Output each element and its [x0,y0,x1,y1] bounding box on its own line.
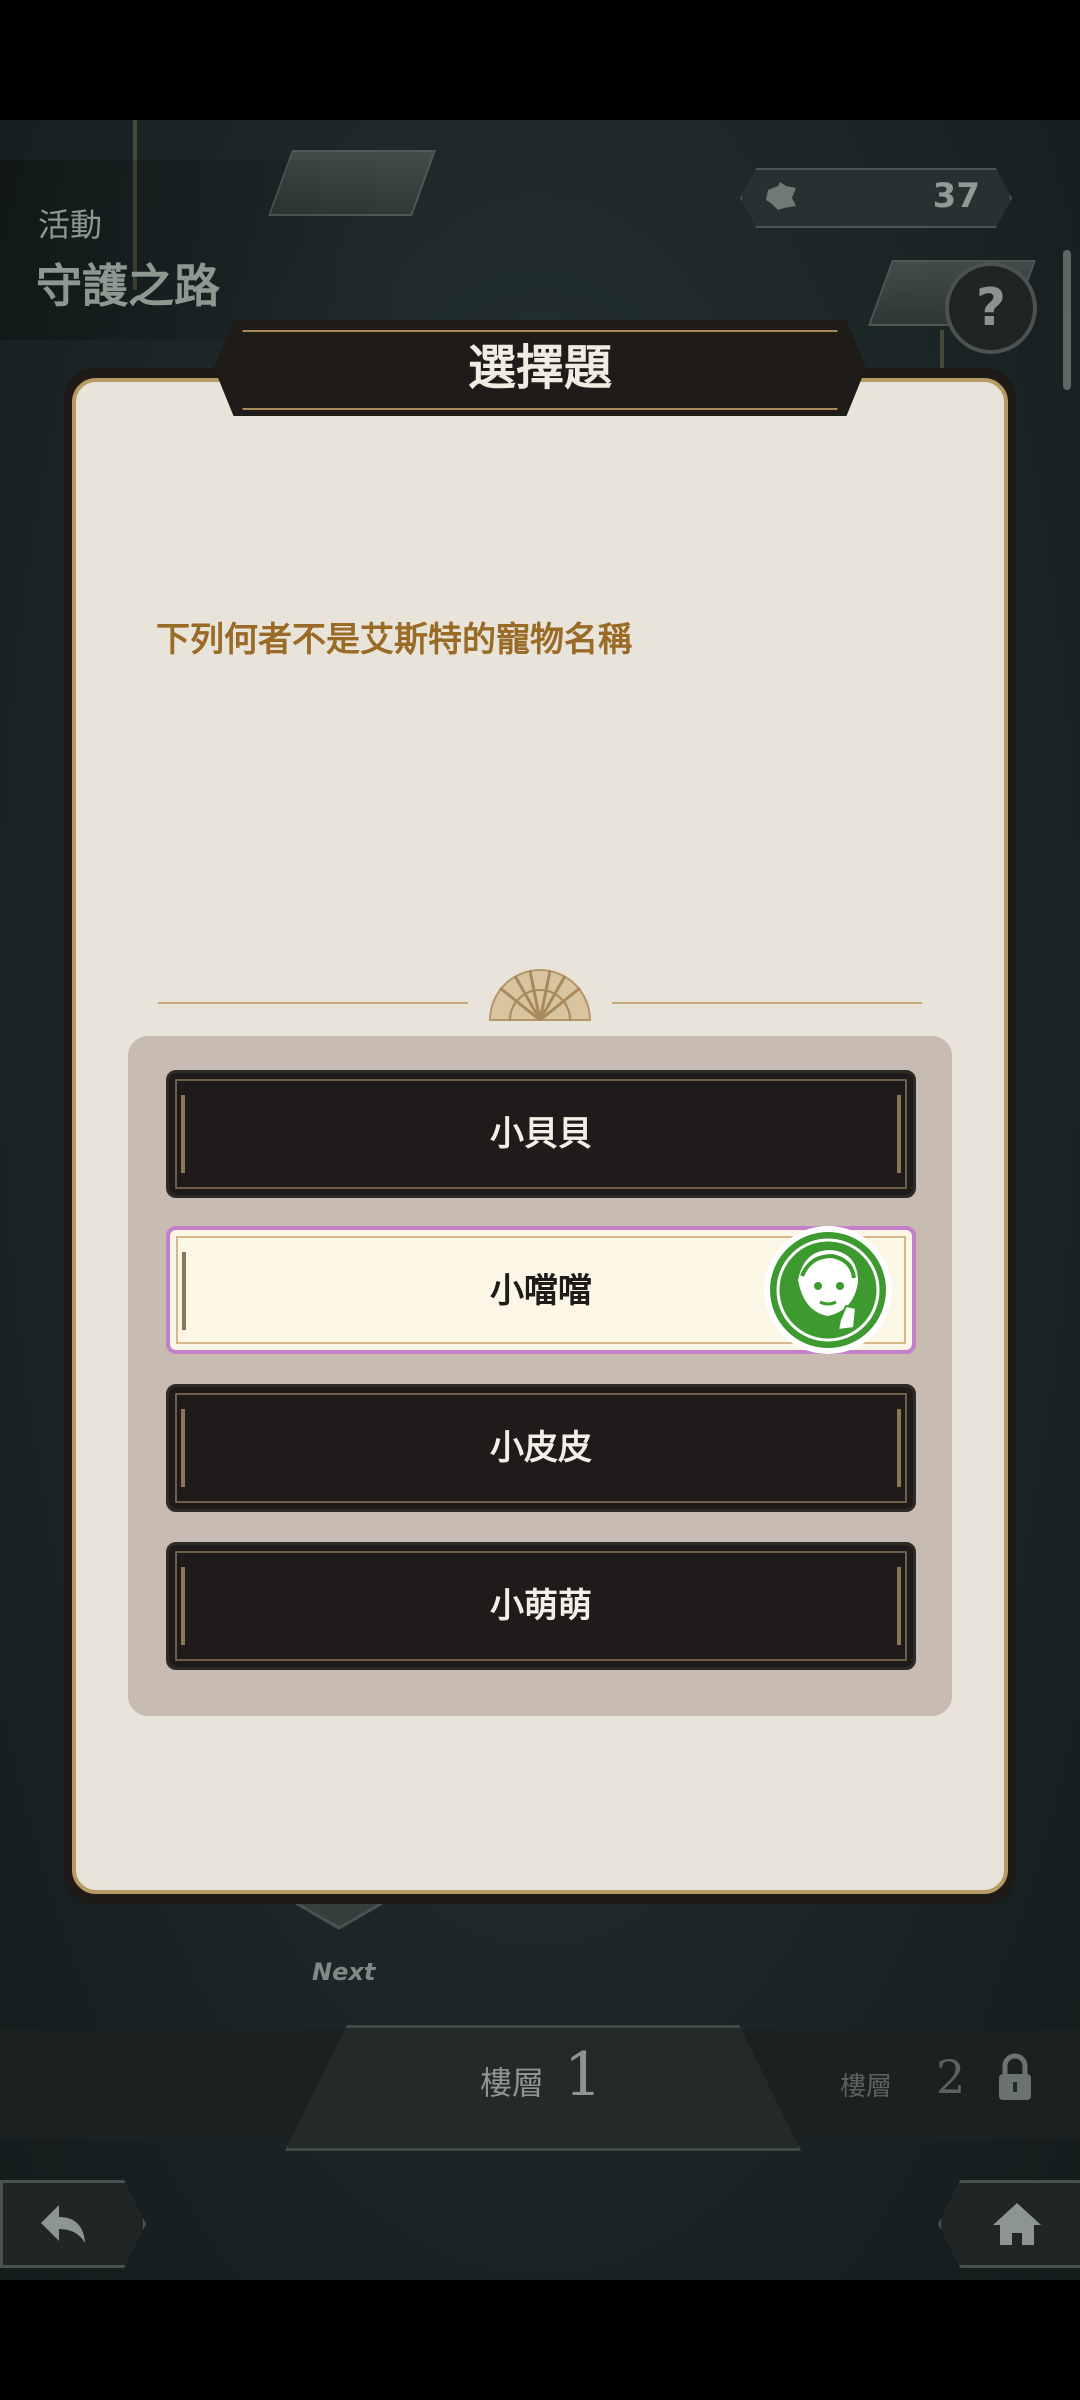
next-label: Next [312,1958,376,1986]
option-label: 小皮皮 [490,1428,592,1468]
character-thumbs-up-icon [764,1226,892,1354]
puzzle-icon [766,182,796,210]
floor-number: 1 [564,2040,603,2110]
question-text: 下列何者不是艾斯特的寵物名稱 [156,620,632,660]
next-floor-label: 樓層 [840,2072,893,2102]
option-label: 小噹噹 [490,1271,592,1311]
divider-line [612,1002,922,1004]
option-edge [897,1095,901,1173]
option-label: 小貝貝 [490,1114,592,1154]
option-label: 小萌萌 [490,1586,592,1626]
event-category: 活動 [38,206,103,244]
home-icon [993,2203,1041,2245]
scrollbar[interactable] [1063,250,1071,390]
currency-value: 37 [932,176,980,216]
answer-option-3[interactable]: 小皮皮 [166,1384,916,1512]
event-name: 守護之路 [36,259,220,313]
currency-counter: 37 [740,168,1012,228]
answer-option-1[interactable]: 小貝貝 [166,1070,916,1198]
option-edge [181,1095,185,1173]
answer-option-4[interactable]: 小萌萌 [166,1542,916,1670]
help-button[interactable]: ? [945,262,1037,354]
event-header: 活動 守護之路 [0,160,420,340]
floor-label: 樓層 [480,2064,545,2102]
next-floor-number: 2 [936,2050,966,2104]
dialog-title: 選擇題 [467,340,612,396]
option-edge [182,1252,186,1330]
option-edge [897,1409,901,1487]
divider-line [158,1002,468,1004]
back-button[interactable] [0,2180,146,2268]
home-button[interactable] [938,2180,1080,2268]
option-edge [181,1409,185,1487]
option-edge [897,1567,901,1645]
lock-icon [999,2053,1031,2100]
back-arrow-icon [41,2205,85,2243]
option-edge [181,1567,185,1645]
fan-ornament-icon [488,969,592,1022]
